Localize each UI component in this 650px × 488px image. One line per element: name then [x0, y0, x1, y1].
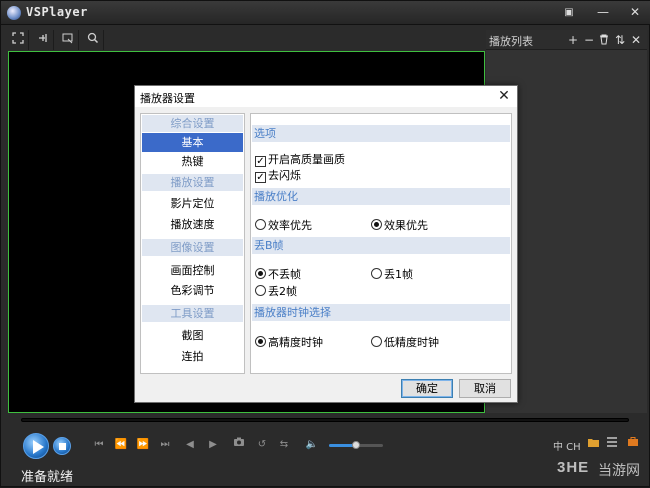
- nav-item-burst[interactable]: 连拍: [142, 347, 243, 366]
- sort-icon[interactable]: ⇅: [613, 31, 627, 49]
- nav-item-seek[interactable]: 影片定位: [142, 194, 243, 213]
- pin-icon[interactable]: [32, 30, 54, 50]
- playlist-header: 播放列表 + − ⇅ ✕: [486, 30, 647, 50]
- dialog-close-icon[interactable]: ✕: [495, 87, 513, 105]
- watermark-text: 当游网: [598, 463, 640, 479]
- nav-item-hotkeys[interactable]: 热键: [142, 152, 243, 171]
- nav-item-basic[interactable]: 基本: [142, 133, 243, 152]
- quality-option[interactable]: 效果优先: [371, 219, 428, 233]
- language-indicator[interactable]: 中 CH: [553, 438, 581, 453]
- section-drop-frames: 丢B帧: [252, 237, 510, 254]
- status-bar: 准备就绪: [1, 465, 650, 488]
- nav-group-image: 图像设置: [142, 239, 243, 256]
- minimize-button[interactable]: —: [594, 4, 612, 21]
- zoom-icon[interactable]: [82, 30, 104, 50]
- quality-radio[interactable]: [371, 219, 382, 230]
- folder-icon[interactable]: [585, 437, 601, 453]
- player-window: VSPlayer ▣ — ✕ 播放列表 + − ⇅ ✕ ⏮ ⏪ ⏩ ⏭ ◀ ▶ …: [0, 0, 650, 487]
- high-clock-label: 高精度时钟: [268, 336, 323, 349]
- nav-group-general: 综合设置: [142, 115, 243, 132]
- dialog-title-bar: 播放器设置 ✕: [135, 86, 517, 107]
- nav-group-playback: 播放设置: [142, 174, 243, 191]
- quality-label: 效果优先: [384, 219, 428, 232]
- deflicker-option[interactable]: ✓ 去闪烁: [255, 169, 301, 183]
- hq-label: 开启高质量画质: [268, 153, 345, 166]
- drop2-option[interactable]: 丢2帧: [255, 285, 297, 299]
- volume-icon[interactable]: 🔈: [304, 437, 320, 453]
- nav-item-speed[interactable]: 播放速度: [142, 215, 243, 234]
- nav-item-picture[interactable]: 画面控制: [142, 261, 243, 280]
- high-clock-radio[interactable]: [255, 336, 266, 347]
- drop2-radio[interactable]: [255, 285, 266, 296]
- add-icon[interactable]: +: [566, 31, 580, 49]
- fullscreen-icon[interactable]: [7, 30, 29, 50]
- video-toolbar: [7, 30, 483, 50]
- deflicker-label: 去闪烁: [268, 169, 301, 182]
- control-bar: ⏮ ⏪ ⏩ ⏭ ◀ ▶ ↺ ⇆ 🔈 中 CH: [1, 425, 650, 465]
- settings-nav: 综合设置 基本 热键 播放设置 影片定位 播放速度 图像设置 画面控制 色彩调节…: [140, 113, 245, 374]
- volume-slider[interactable]: [329, 441, 383, 449]
- app-title: VSPlayer: [26, 5, 88, 19]
- playlist-close-icon[interactable]: ✕: [629, 31, 643, 49]
- rewind-icon[interactable]: ⏪: [113, 437, 129, 453]
- efficiency-option[interactable]: 效率优先: [255, 219, 312, 233]
- high-clock-option[interactable]: 高精度时钟: [255, 336, 323, 350]
- drop1-option[interactable]: 丢1帧: [371, 268, 413, 282]
- settings-panel: 选项 ✓ 开启高质量画质 ✓ 去闪烁 播放优化 效率优先 效果优先 丢B帧 不丢帧 …: [250, 113, 512, 374]
- next-frame-icon[interactable]: ▶: [205, 437, 221, 453]
- no-drop-option[interactable]: 不丢帧: [255, 268, 301, 282]
- hq-checkbox[interactable]: ✓: [255, 156, 266, 167]
- previous-frame-icon[interactable]: ◀: [182, 437, 198, 453]
- low-clock-option[interactable]: 低精度时钟: [371, 336, 439, 350]
- status-text: 准备就绪: [21, 470, 74, 485]
- nav-item-color[interactable]: 色彩调节: [142, 281, 243, 300]
- section-options: 选项: [252, 125, 510, 142]
- hq-option[interactable]: ✓ 开启高质量画质: [255, 153, 345, 167]
- trash-icon[interactable]: [597, 31, 611, 49]
- section-clock: 播放器时钟选择: [252, 304, 510, 321]
- no-drop-radio[interactable]: [255, 268, 266, 279]
- nav-item-screenshot[interactable]: 截图: [142, 326, 243, 345]
- deflicker-checkbox[interactable]: ✓: [255, 172, 266, 183]
- dialog-title: 播放器设置: [140, 92, 195, 105]
- stop-button[interactable]: [53, 437, 71, 455]
- menu-icon[interactable]: ▣: [560, 4, 578, 21]
- skip-to-start-icon[interactable]: ⏮: [91, 437, 107, 453]
- efficiency-label: 效率优先: [268, 219, 312, 232]
- skip-to-end-icon[interactable]: ⏭: [157, 437, 173, 453]
- watermark-logo: 3HE: [557, 459, 590, 476]
- low-clock-radio[interactable]: [371, 336, 382, 347]
- list-icon[interactable]: [604, 437, 620, 453]
- repeat-icon[interactable]: ↺: [254, 437, 270, 453]
- fast-forward-icon[interactable]: ⏩: [135, 437, 151, 453]
- app-logo-icon: [7, 6, 21, 20]
- remove-icon[interactable]: −: [582, 31, 596, 49]
- ok-button[interactable]: 确定: [401, 379, 453, 398]
- seek-bar[interactable]: [21, 418, 629, 422]
- no-drop-label: 不丢帧: [268, 268, 301, 281]
- drop2-label: 丢2帧: [268, 285, 297, 298]
- drop1-radio[interactable]: [371, 268, 382, 279]
- efficiency-radio[interactable]: [255, 219, 266, 230]
- volume-knob[interactable]: [352, 441, 360, 449]
- play-button[interactable]: [23, 433, 49, 459]
- low-clock-label: 低精度时钟: [384, 336, 439, 349]
- close-button[interactable]: ✕: [626, 4, 644, 21]
- snapshot-window-icon[interactable]: [57, 30, 79, 50]
- settings-sliders-icon[interactable]: ⇆: [276, 437, 292, 453]
- toolbox-icon[interactable]: [625, 437, 641, 453]
- camera-icon[interactable]: [231, 437, 247, 453]
- settings-dialog: 播放器设置 ✕ 综合设置 基本 热键 播放设置 影片定位 播放速度 图像设置 画…: [134, 85, 518, 403]
- title-bar: VSPlayer ▣ — ✕: [1, 1, 650, 25]
- section-optimize: 播放优化: [252, 188, 510, 205]
- nav-group-tools: 工具设置: [142, 305, 243, 322]
- playlist-title: 播放列表: [489, 35, 533, 48]
- drop1-label: 丢1帧: [384, 268, 413, 281]
- cancel-button[interactable]: 取消: [459, 379, 511, 398]
